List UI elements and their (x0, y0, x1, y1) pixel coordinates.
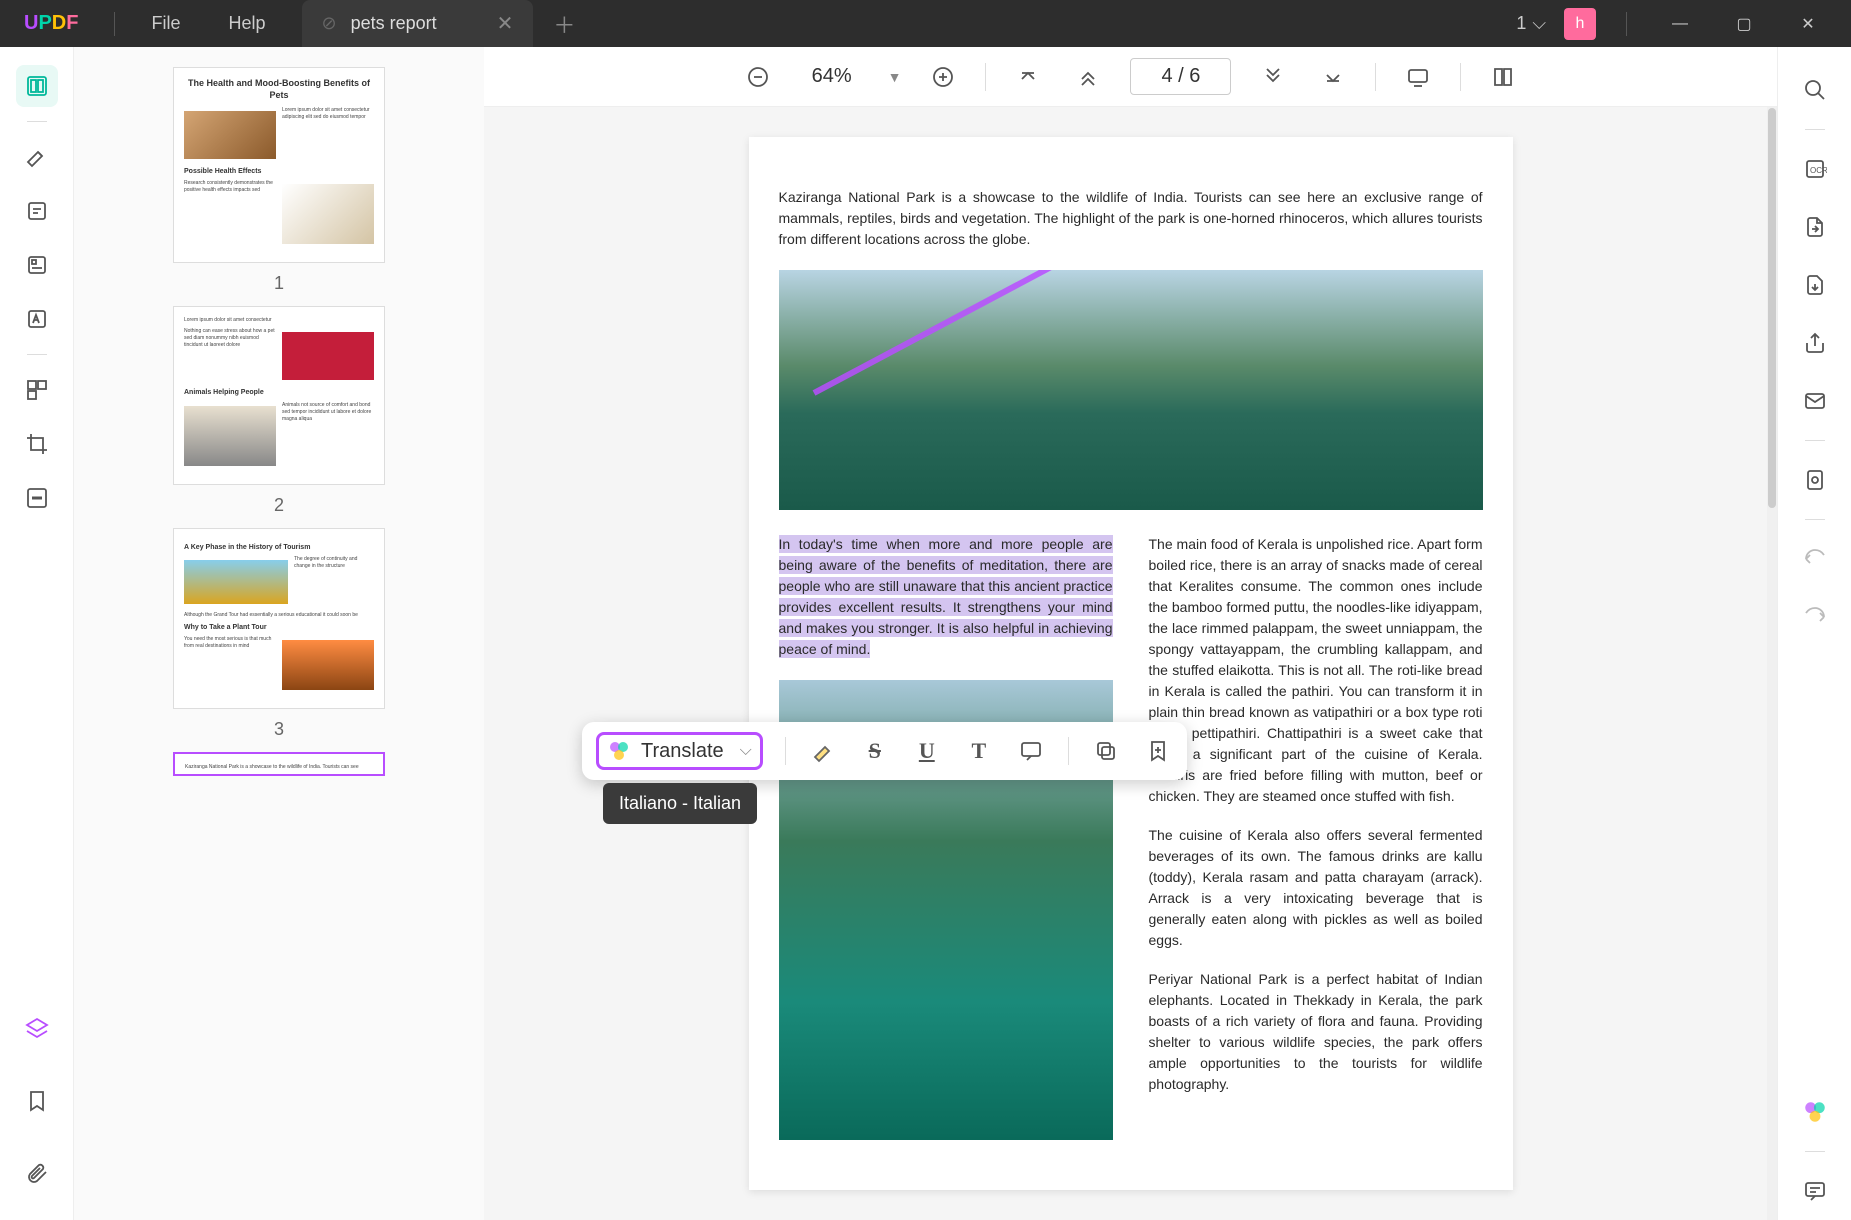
paragraph: Periyar National Park is a perfect habit… (1149, 969, 1483, 1095)
crop-tool[interactable] (16, 423, 58, 465)
user-avatar[interactable]: h (1564, 8, 1596, 40)
organize-tool[interactable] (16, 369, 58, 411)
fill-sign-tool[interactable] (16, 298, 58, 340)
menu-file[interactable]: File (127, 13, 204, 34)
close-button[interactable]: ✕ (1785, 8, 1831, 40)
translate-button[interactable]: Translate ⌵ Italiano - Italian (596, 732, 763, 770)
thumbnail-1[interactable]: The Health and Mood-Boosting Benefits of… (173, 67, 385, 294)
email-tool[interactable] (1794, 380, 1836, 422)
tab-disabled-icon: ⊘ (322, 13, 337, 34)
first-page-button[interactable] (1010, 59, 1046, 95)
thumbnail-4[interactable]: Kaziranga National Park is a showcase to… (173, 752, 385, 776)
paragraph: Kaziranga National Park is a showcase to… (779, 187, 1483, 250)
presentation-button[interactable] (1400, 59, 1436, 95)
window-count[interactable]: 1 ⌵ (1516, 13, 1546, 34)
layers-tool[interactable] (16, 1008, 58, 1050)
last-page-button[interactable] (1315, 59, 1351, 95)
save-tool[interactable] (1794, 264, 1836, 306)
zoom-out-button[interactable] (740, 59, 776, 95)
tab-title: pets report (351, 13, 437, 34)
copy-button[interactable] (1091, 736, 1121, 766)
paragraph: The cuisine of Kerala also offers severa… (1149, 825, 1483, 951)
document-viewport[interactable]: Kaziranga National Park is a showcase to… (484, 107, 1777, 1220)
thumbnail-2[interactable]: Lorem ipsum dolor sit amet consectetur N… (173, 306, 385, 515)
ocr-tool[interactable]: OCR (1794, 148, 1836, 190)
left-toolbar (0, 47, 74, 1220)
top-toolbar: 64% ▼ 4 / 6 (484, 47, 1777, 107)
highlighter-tool[interactable] (16, 136, 58, 178)
titlebar: UPDF File Help ⊘ pets report ✕ ＋ 1 ⌵ h —… (0, 0, 1851, 47)
bookmark-button[interactable] (1143, 736, 1173, 766)
add-tab-button[interactable]: ＋ (553, 8, 575, 40)
thumbnail-3[interactable]: A Key Phase in the History of Tourism Th… (173, 528, 385, 740)
attachment-tool[interactable] (16, 1152, 58, 1194)
arrow-annotation[interactable] (812, 270, 1415, 396)
comments-tool[interactable] (1794, 1170, 1836, 1212)
next-page-button[interactable] (1255, 59, 1291, 95)
edit-tool[interactable] (16, 190, 58, 232)
export-tool[interactable] (1794, 206, 1836, 248)
thumbnails-panel: The Health and Mood-Boosting Benefits of… (74, 47, 484, 1220)
tab-close-icon[interactable]: ✕ (497, 11, 514, 36)
page-4: Kaziranga National Park is a showcase to… (749, 137, 1513, 1190)
search-tool[interactable] (1794, 69, 1836, 111)
share-tool[interactable] (1794, 322, 1836, 364)
prev-page-button[interactable] (1070, 59, 1106, 95)
redo-tool[interactable] (1794, 596, 1836, 638)
mountain-lake-image (779, 270, 1483, 510)
selection-context-toolbar: Translate ⌵ Italiano - Italian S U T (582, 722, 1187, 780)
text-button[interactable]: T (964, 736, 994, 766)
svg-text:OCR: OCR (1810, 166, 1827, 175)
underline-button[interactable]: U (912, 736, 942, 766)
right-toolbar: OCR (1777, 47, 1851, 1220)
page-indicator[interactable]: 4 / 6 (1130, 58, 1231, 95)
ai-tool[interactable] (1794, 1091, 1836, 1133)
minimize-button[interactable]: — (1657, 8, 1703, 40)
bookmark-tool[interactable] (16, 1080, 58, 1122)
maximize-button[interactable]: ▢ (1721, 8, 1767, 40)
translate-tooltip: Italiano - Italian (603, 783, 757, 824)
paragraph: The main food of Kerala is unpolished ri… (1149, 534, 1483, 807)
translate-icon (607, 739, 631, 763)
highlighted-text[interactable]: In today's time when more and more peopl… (779, 534, 1113, 660)
scrollbar[interactable] (1767, 107, 1777, 1220)
print-tool[interactable] (1794, 459, 1836, 501)
comment-button[interactable] (1016, 736, 1046, 766)
zoom-dropdown-icon[interactable]: ▼ (888, 69, 902, 85)
redact-tool[interactable] (16, 477, 58, 519)
zoom-in-button[interactable] (925, 59, 961, 95)
strikethrough-button[interactable]: S (860, 736, 890, 766)
document-tab[interactable]: ⊘ pets report ✕ (302, 0, 534, 47)
app-logo: UPDF (0, 12, 102, 35)
zoom-level: 64% (800, 65, 864, 88)
reading-mode-button[interactable] (1485, 59, 1521, 95)
form-tool[interactable] (16, 244, 58, 286)
thumbnails-tool[interactable] (16, 65, 58, 107)
menu-help[interactable]: Help (204, 13, 289, 34)
highlight-button[interactable] (808, 736, 838, 766)
translate-label: Translate (641, 740, 724, 763)
undo-tool[interactable] (1794, 538, 1836, 580)
chevron-down-icon: ⌵ (740, 742, 752, 760)
